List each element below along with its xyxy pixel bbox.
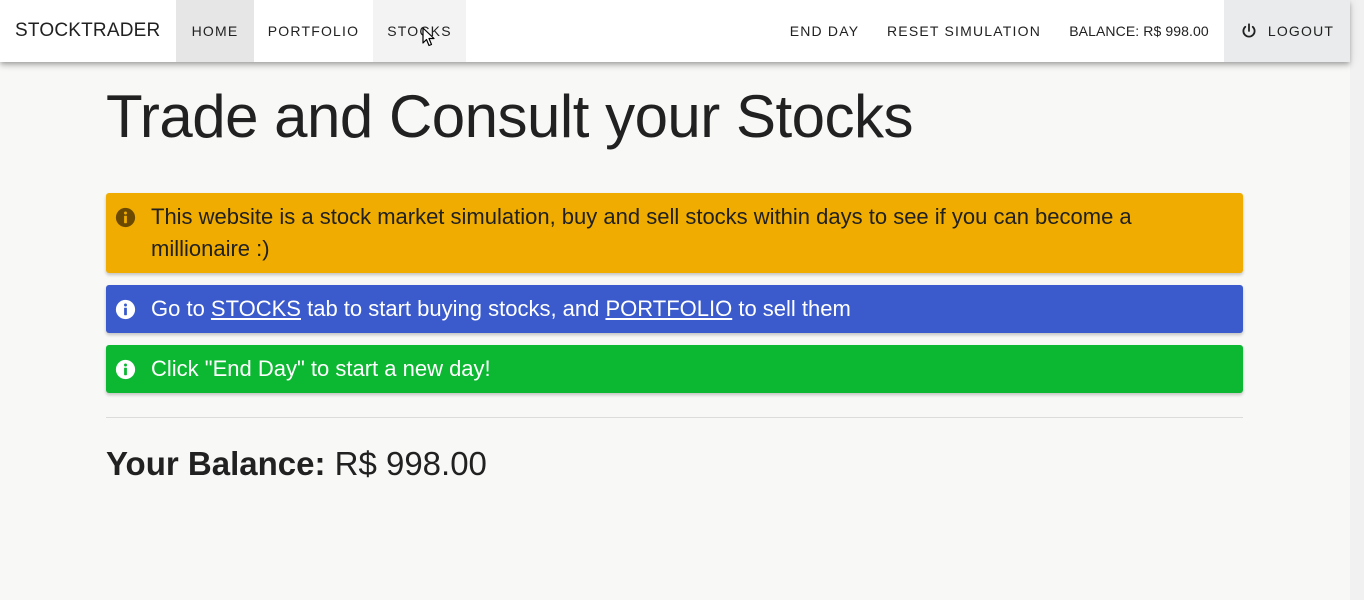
warning-alert-text: This website is a stock market simulatio… — [151, 204, 1132, 261]
info-alert: Go to STOCKS tab to start buying stocks,… — [106, 285, 1243, 333]
success-alert: Click "End Day" to start a new day! — [106, 345, 1243, 393]
info-circle-icon — [115, 359, 136, 380]
brand-title[interactable]: STOCKTRADER — [0, 0, 176, 62]
info-alert-prefix: Go to — [151, 296, 211, 321]
reset-simulation-button[interactable]: Reset Simulation — [874, 0, 1054, 62]
section-divider — [106, 417, 1243, 418]
toolbar-balance: BALANCE: R$ 998.00 — [1069, 23, 1209, 39]
balance-label: Your Balance: — [106, 445, 326, 482]
main-content: Trade and Consult your Stocks This websi… — [106, 62, 1243, 484]
logout-label: Logout — [1267, 23, 1335, 39]
info-circle-icon — [115, 299, 136, 320]
stocks-link[interactable]: STOCKS — [211, 296, 301, 321]
info-alert-middle: tab to start buying stocks, and — [300, 296, 606, 321]
page-scrollbar[interactable] — [1350, 0, 1364, 600]
top-toolbar: STOCKTRADER Home Portfolio Stocks End Da… — [0, 0, 1350, 62]
info-circle-icon — [115, 207, 136, 228]
page-title: Trade and Consult your Stocks — [106, 83, 914, 150]
nav-home-button[interactable]: Home — [176, 0, 254, 62]
power-icon — [1242, 23, 1256, 38]
balance-summary: Your Balance: R$ 998.00 — [106, 444, 1243, 484]
nav-portfolio-button[interactable]: Portfolio — [254, 0, 373, 62]
balance-value: R$ 998.00 — [334, 445, 487, 482]
nav-stocks-button[interactable]: Stocks — [373, 0, 466, 62]
warning-alert: This website is a stock market simulatio… — [106, 193, 1243, 273]
info-alert-suffix: to sell them — [732, 296, 851, 321]
end-day-button[interactable]: End Day — [775, 0, 874, 62]
mouse-cursor-icon — [422, 27, 435, 47]
logout-button[interactable]: Logout — [1224, 0, 1350, 62]
success-alert-text: Click "End Day" to start a new day! — [151, 356, 491, 381]
info-alert-text: Go to STOCKS tab to start buying stocks,… — [151, 293, 851, 325]
portfolio-link[interactable]: PORTFOLIO — [605, 296, 732, 321]
